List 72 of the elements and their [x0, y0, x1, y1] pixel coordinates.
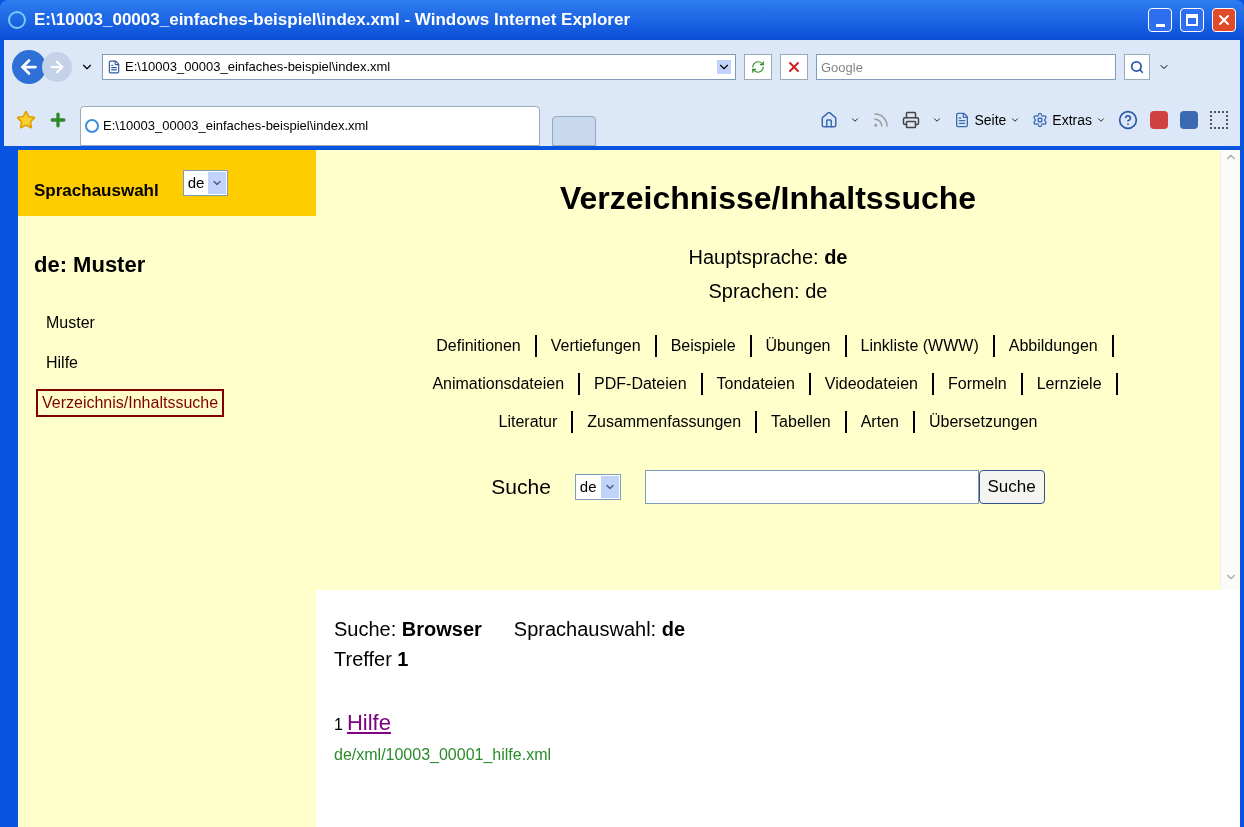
- category-link[interactable]: Lernziele: [1022, 372, 1116, 396]
- gear-icon: [1032, 112, 1049, 128]
- page-icon: [954, 112, 971, 128]
- search-submit-button[interactable]: Suche: [978, 470, 1045, 504]
- close-button[interactable]: [1212, 8, 1236, 32]
- category-link[interactable]: PDF-Dateien: [580, 372, 701, 396]
- scrollbar[interactable]: [1220, 150, 1240, 590]
- browser-tab[interactable]: E:\10003_00003_einfaches-beispiel\index.xml: [80, 106, 540, 146]
- sidebar-link[interactable]: Verzeichnis/Inhaltssuche: [36, 389, 225, 417]
- home-icon[interactable]: [820, 111, 839, 129]
- browser-icon: [85, 119, 99, 133]
- languages-text: Sprachen: de: [708, 279, 828, 304]
- tools-menu[interactable]: Extras: [1032, 109, 1106, 131]
- feed-icon[interactable]: [872, 111, 891, 129]
- caret-icon: [1096, 115, 1106, 125]
- category-link[interactable]: Übersetzungen: [914, 410, 1052, 434]
- result-number: 1: [334, 715, 343, 735]
- search-summary: Suche: Browser: [334, 617, 482, 642]
- search-input[interactable]: [644, 470, 979, 504]
- search-icon: [1130, 60, 1144, 74]
- category-link[interactable]: Definitionen: [422, 334, 535, 358]
- result-link[interactable]: Hilfe: [346, 706, 391, 739]
- category-link[interactable]: Tondateien: [702, 372, 809, 396]
- stop-button[interactable]: [780, 54, 808, 80]
- add-favorite-icon[interactable]: [48, 110, 68, 130]
- category-link[interactable]: Arten: [846, 410, 913, 434]
- hits-count: Treffer 1: [334, 647, 410, 672]
- window-title: E:\10003_00003_einfaches-beispiel\index.xml - Windows Internet Explorer: [34, 9, 632, 32]
- main-language: Hauptsprache: de: [688, 245, 848, 270]
- sidebar-link[interactable]: Muster: [36, 309, 105, 337]
- category-link[interactable]: Linkliste (WWW): [846, 334, 993, 358]
- category-link[interactable]: Literatur: [484, 410, 572, 434]
- category-link[interactable]: Tabellen: [757, 410, 845, 434]
- minimize-button[interactable]: [1148, 8, 1172, 32]
- address-field[interactable]: E:\10003_00003_einfaches-beispiel\index.xml: [102, 54, 736, 80]
- arrow-right-icon: [48, 58, 66, 76]
- caret-icon: [1010, 115, 1021, 125]
- refresh-icon: [751, 60, 765, 74]
- close-icon: [1216, 12, 1232, 28]
- search-language-select[interactable]: de: [574, 474, 621, 500]
- category-link[interactable]: Übungen: [751, 334, 845, 358]
- page-menu[interactable]: Seite: [954, 109, 1021, 131]
- language-label: Sprachauswahl: [34, 180, 159, 203]
- page-title: Verzeichnisse/Inhaltssuche: [559, 179, 977, 218]
- search-field[interactable]: Google: [816, 54, 1116, 80]
- page-icon: [107, 60, 121, 74]
- sidebar-heading: de: Muster: [33, 251, 147, 279]
- close-icon: [786, 59, 802, 75]
- forward-button[interactable]: [42, 52, 72, 82]
- browser-icon: [8, 11, 26, 29]
- refresh-button[interactable]: [744, 54, 772, 80]
- caret-icon[interactable]: [932, 115, 943, 125]
- language-summary: Sprachauswahl: de: [513, 617, 686, 642]
- back-button[interactable]: [12, 50, 46, 84]
- language-select[interactable]: de: [182, 170, 229, 196]
- category-link[interactable]: Formeln: [933, 372, 1021, 396]
- category-link[interactable]: Beispiele: [656, 334, 750, 358]
- category-link[interactable]: Animationsdateien: [418, 372, 579, 396]
- caret-icon[interactable]: [850, 115, 861, 125]
- maximize-button[interactable]: [1180, 8, 1204, 32]
- category-link[interactable]: Zusammenfassungen: [573, 410, 756, 434]
- help-icon[interactable]: [1118, 110, 1138, 130]
- search-button[interactable]: [1124, 54, 1150, 80]
- grid-icon[interactable]: [1210, 111, 1228, 129]
- result-path: de/xml/10003_00001_hilfe.xml: [334, 745, 553, 765]
- category-link[interactable]: Abbildungen: [994, 334, 1112, 358]
- search-label: Suche: [491, 474, 551, 501]
- category-link[interactable]: Videodateien: [810, 372, 932, 396]
- favorites-star-icon[interactable]: [16, 110, 36, 130]
- category-link[interactable]: Vertiefungen: [536, 334, 655, 358]
- printer-icon[interactable]: [902, 111, 921, 129]
- sidebar-link[interactable]: Hilfe: [36, 349, 88, 377]
